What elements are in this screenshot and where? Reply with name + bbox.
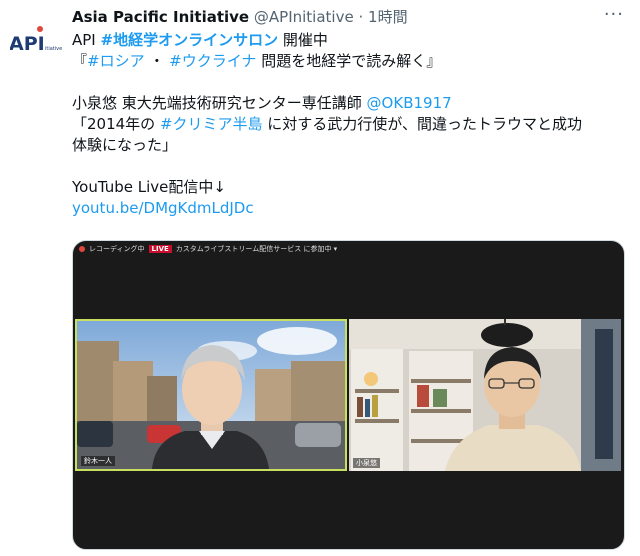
text-line-5: 体験になった」 <box>72 135 632 156</box>
text-line-1: API #地経学オンラインサロン 開催中 <box>72 30 632 51</box>
line4-suffix: に対する武力行使が、間違ったトラウマと成功 <box>262 115 583 133</box>
tweet-header: Asia Pacific Initiative @APInitiative · … <box>72 6 408 28</box>
svg-text:itiative: itiative <box>45 46 62 52</box>
tweet[interactable]: API itiative Asia Pacific Initiative @AP… <box>0 0 640 556</box>
text-line-7: youtu.be/DMgKdmLdJDc <box>72 198 632 219</box>
city-background-image <box>77 321 345 469</box>
recording-label: レコーディング中 <box>89 245 145 253</box>
hashtag-crimea[interactable]: #クリミア半島 <box>160 115 263 133</box>
participant-name-left: 鈴木一人 <box>81 456 115 466</box>
api-logo-icon: API itiative <box>10 26 62 55</box>
participant-tile-right: 小泉悠 <box>349 319 621 471</box>
separator-dot: · <box>358 8 364 26</box>
author-handle[interactable]: @APInitiative <box>254 8 354 26</box>
tweet-text: API #地経学オンラインサロン 開催中 『#ロシア ・ #ウクライナ 問題を地… <box>72 30 632 219</box>
line6-text: YouTube Live配信中↓ <box>72 178 226 196</box>
line5-text: 体験になった」 <box>72 136 178 154</box>
mention-okb1917[interactable]: @OKB1917 <box>367 94 452 112</box>
line1-prefix: API <box>72 31 101 49</box>
text-line-6: YouTube Live配信中↓ <box>72 177 632 198</box>
text-line-3: 小泉悠 東大先端技術研究センター専任講師 @OKB1917 <box>72 93 632 114</box>
more-dots-icon[interactable]: ··· <box>604 4 624 25</box>
video-screenshot[interactable]: レコーディング中 LIVE カスタムライブストリーム配信サービス に参加中 ▾ <box>72 240 625 550</box>
line2-suffix: 問題を地経学で読み解く』 <box>256 52 442 70</box>
line2-mid: ・ <box>144 52 170 70</box>
author-avatar[interactable]: API itiative <box>10 14 64 68</box>
line1-suffix: 開催中 <box>278 31 328 49</box>
hashtag-russia[interactable]: #ロシア <box>87 52 145 70</box>
room-background-image <box>349 319 621 471</box>
participant-name-right: 小泉悠 <box>353 458 380 468</box>
author-name[interactable]: Asia Pacific Initiative <box>72 8 249 26</box>
youtube-link[interactable]: youtu.be/DMgKdmLdJDc <box>72 199 254 217</box>
line4-prefix: 「2014年の <box>72 115 160 133</box>
text-line-2: 『#ロシア ・ #ウクライナ 問題を地経学で読み解く』 <box>72 51 632 72</box>
hashtag-online-salon[interactable]: #地経学オンラインサロン <box>101 31 279 49</box>
participant-tile-left: 鈴木一人 <box>75 319 347 471</box>
logo-text: API <box>10 33 45 55</box>
line2-open: 『 <box>72 52 88 70</box>
live-badge: LIVE <box>148 245 172 253</box>
text-line-4: 「2014年の #クリミア半島 に対する武力行使が、間違ったトラウマと成功 <box>72 114 632 135</box>
zoom-toolbar: レコーディング中 LIVE カスタムライブストリーム配信サービス に参加中 ▾ <box>79 243 337 255</box>
timestamp[interactable]: 1時間 <box>368 8 408 26</box>
stream-label: カスタムライブストリーム配信サービス に参加中 ▾ <box>175 245 338 253</box>
hashtag-ukraine[interactable]: #ウクライナ <box>169 52 256 70</box>
line3-text: 小泉悠 東大先端技術研究センター専任講師 <box>72 94 367 112</box>
recording-icon <box>79 246 85 252</box>
